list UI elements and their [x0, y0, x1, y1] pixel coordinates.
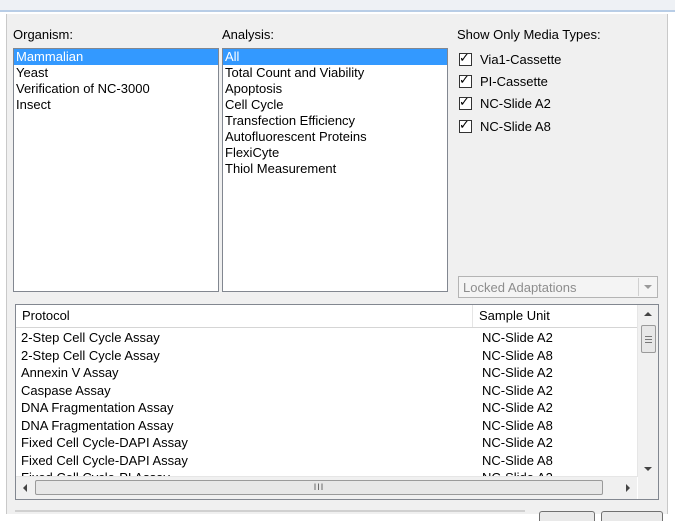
sample-unit-cell: NC-Slide A2 [482, 330, 553, 345]
table-row[interactable]: Caspase Assay NC-Slide A2 [16, 382, 637, 400]
analysis-item[interactable]: Total Count and Viability [223, 65, 447, 81]
protocol-cell: Fixed Cell Cycle-DAPI Assay [21, 452, 188, 468]
media-type-checkbox[interactable]: ✓ [459, 49, 472, 66]
media-type-label: NC-Slide A8 [480, 118, 551, 134]
adaptations-dropdown[interactable]: Locked Adaptations [458, 276, 658, 298]
scroll-down-icon[interactable] [638, 460, 658, 477]
media-type-option[interactable]: ✓ NC-Slide A8 [459, 117, 551, 135]
media-type-option[interactable]: ✓ NC-Slide A2 [459, 94, 551, 112]
table-row[interactable]: Fixed Cell Cycle-DAPI Assay NC-Slide A2 [16, 434, 637, 452]
organism-item[interactable]: Yeast [14, 65, 218, 81]
analysis-item[interactable]: Transfection Efficiency [223, 113, 447, 129]
media-type-option[interactable]: ✓ Via1-Cassette [459, 50, 561, 68]
organism-label: Organism: [13, 27, 73, 42]
scroll-grip-icon: III [313, 482, 325, 492]
protocol-table-header: Protocol Sample Unit [16, 305, 637, 328]
table-row[interactable]: Annexin V Assay NC-Slide A2 [16, 364, 637, 382]
sample-unit-cell: NC-Slide A8 [482, 347, 553, 363]
vertical-scrollbar[interactable] [637, 305, 658, 477]
protocol-cell: Annexin V Assay [21, 365, 119, 380]
horizontal-scroll-thumb[interactable]: III [35, 480, 603, 495]
analysis-item[interactable]: All [223, 49, 447, 65]
checkmark-icon: ✓ [459, 116, 470, 132]
protocol-cell: 2-Step Cell Cycle Assay [21, 330, 160, 345]
media-type-checkbox[interactable]: ✓ [459, 116, 472, 133]
organism-item[interactable]: Verification of NC-3000 [14, 81, 218, 97]
media-types-label: Show Only Media Types: [457, 27, 601, 42]
protocol-cell: 2-Step Cell Cycle Assay [21, 347, 160, 363]
scroll-left-icon[interactable] [16, 477, 34, 499]
horizontal-scrollbar[interactable]: III [16, 476, 637, 499]
bottom-divider [15, 510, 525, 512]
bottom-button-2[interactable] [601, 511, 663, 521]
checkmark-icon: ✓ [459, 49, 470, 65]
window-top-edge [0, 0, 675, 12]
sample-unit-cell: NC-Slide A8 [482, 452, 553, 468]
analysis-item[interactable]: Autofluorescent Proteins [223, 129, 447, 145]
checkmark-icon: ✓ [459, 93, 470, 109]
media-type-label: Via1-Cassette [480, 51, 562, 67]
analysis-item[interactable]: Apoptosis [223, 81, 447, 97]
checkmark-icon: ✓ [459, 71, 470, 87]
media-type-label: PI-Cassette [480, 73, 548, 89]
table-row[interactable]: DNA Fragmentation Assay NC-Slide A8 [16, 417, 637, 435]
table-row[interactable]: DNA Fragmentation Assay NC-Slide A2 [16, 399, 637, 417]
sample-unit-cell: NC-Slide A2 [482, 382, 553, 398]
column-header-protocol[interactable]: Protocol [16, 305, 473, 327]
table-row[interactable]: 2-Step Cell Cycle Assay NC-Slide A2 [16, 329, 637, 347]
bottom-button-1[interactable] [539, 511, 595, 521]
sample-unit-cell: NC-Slide A8 [482, 417, 553, 433]
media-type-checkbox[interactable]: ✓ [459, 93, 472, 110]
protocol-table: Protocol Sample Unit 2-Step Cell Cycle A… [15, 304, 659, 500]
dropdown-arrow-icon[interactable] [638, 278, 656, 296]
scroll-right-icon[interactable] [619, 477, 637, 499]
protocol-selection-dialog: Organism: Mammalian Yeast Verification of … [6, 14, 668, 521]
sample-unit-cell: NC-Slide A2 [482, 435, 553, 450]
adaptations-value: Locked Adaptations [463, 280, 577, 295]
analysis-item[interactable]: Cell Cycle [223, 97, 447, 113]
media-type-label: NC-Slide A2 [480, 95, 551, 111]
scroll-up-icon[interactable] [638, 305, 658, 322]
protocol-table-body: 2-Step Cell Cycle Assay NC-Slide A2 2-Step… [16, 329, 637, 477]
table-row[interactable]: Fixed Cell Cycle-DAPI Assay NC-Slide A8 [16, 452, 637, 470]
column-header-sample-unit[interactable]: Sample Unit [473, 305, 637, 327]
organism-listbox[interactable]: Mammalian Yeast Verification of NC-3000 Ins… [13, 48, 219, 292]
organism-item[interactable]: Mammalian [14, 49, 218, 65]
protocol-cell: Fixed Cell Cycle-DAPI Assay [21, 435, 188, 450]
table-row[interactable]: 2-Step Cell Cycle Assay NC-Slide A8 [16, 347, 637, 365]
analysis-item[interactable]: FlexiCyte [223, 145, 447, 161]
analysis-label: Analysis: [222, 27, 275, 42]
protocol-cell: DNA Fragmentation Assay [21, 417, 174, 433]
protocol-cell: DNA Fragmentation Assay [21, 400, 174, 415]
vertical-scroll-thumb[interactable] [641, 325, 656, 353]
sample-unit-cell: NC-Slide A2 [482, 365, 553, 380]
media-type-checkbox[interactable]: ✓ [459, 71, 472, 88]
sample-unit-cell: NC-Slide A2 [482, 400, 553, 415]
organism-item[interactable]: Insect [14, 97, 218, 113]
analysis-item[interactable]: Thiol Measurement [223, 161, 447, 177]
analysis-listbox[interactable]: All Total Count and Viability Apoptosis Cel… [222, 48, 448, 292]
media-type-option[interactable]: ✓ PI-Cassette [459, 72, 548, 90]
scrollbar-corner [638, 477, 658, 499]
protocol-cell: Caspase Assay [21, 382, 111, 398]
